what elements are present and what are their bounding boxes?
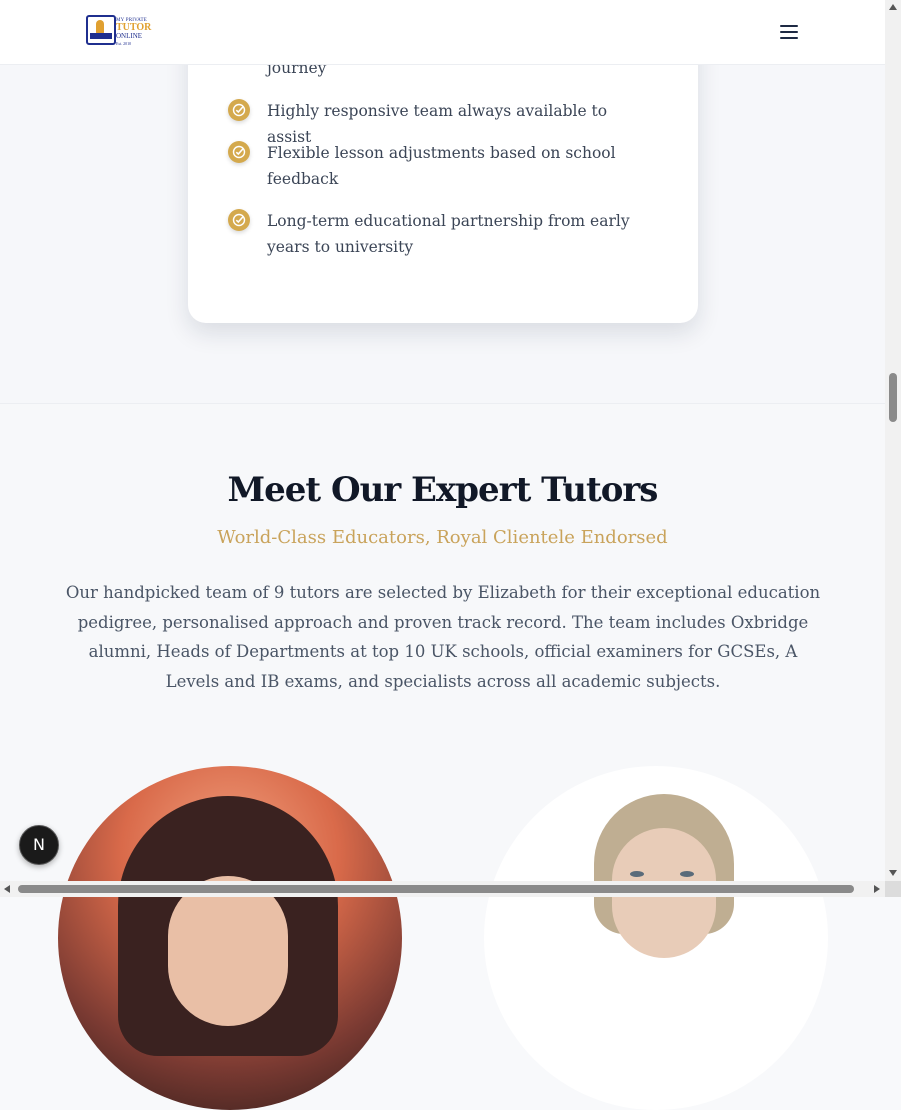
tutor-photo[interactable] [58,766,402,1110]
vertical-scroll-thumb[interactable] [889,373,897,422]
section-subtitle: World-Class Educators, Royal Clientele E… [217,527,668,548]
tutor-photo[interactable] [484,766,828,1110]
scrollbar-corner [885,881,901,897]
site-logo[interactable]: MY PRIVATE TUTOR ONLINE Est. 2010 [86,15,151,49]
logo-text: MY PRIVATE TUTOR ONLINE Est. 2010 [116,18,151,46]
logo-line-4: Est. 2010 [116,41,132,46]
check-circle-icon [228,99,250,121]
scroll-right-arrow-icon[interactable] [874,885,880,893]
section-description: Our handpicked team of 9 tutors are sele… [65,583,821,691]
horizontal-scroll-thumb[interactable] [18,885,854,893]
section-title: Meet Our Expert Tutors [227,470,659,510]
dev-tools-badge[interactable]: N [19,825,59,865]
scroll-up-arrow-icon[interactable] [889,4,897,10]
check-circle-icon [228,141,250,163]
feature-text: Flexible lesson adjustments based on sch… [267,144,616,188]
scroll-left-arrow-icon[interactable] [4,885,10,893]
logo-mark-icon [86,15,116,45]
logo-line-3: ONLINE [116,32,143,40]
hamburger-menu-icon[interactable] [778,22,800,42]
horizontal-scrollbar[interactable] [0,881,885,897]
scroll-down-arrow-icon[interactable] [889,870,897,876]
check-circle-icon [228,209,250,231]
feature-text: Long-term educational partnership from e… [267,212,630,256]
site-header: MY PRIVATE TUTOR ONLINE Est. 2010 [0,0,885,65]
vertical-scrollbar[interactable] [885,0,901,897]
